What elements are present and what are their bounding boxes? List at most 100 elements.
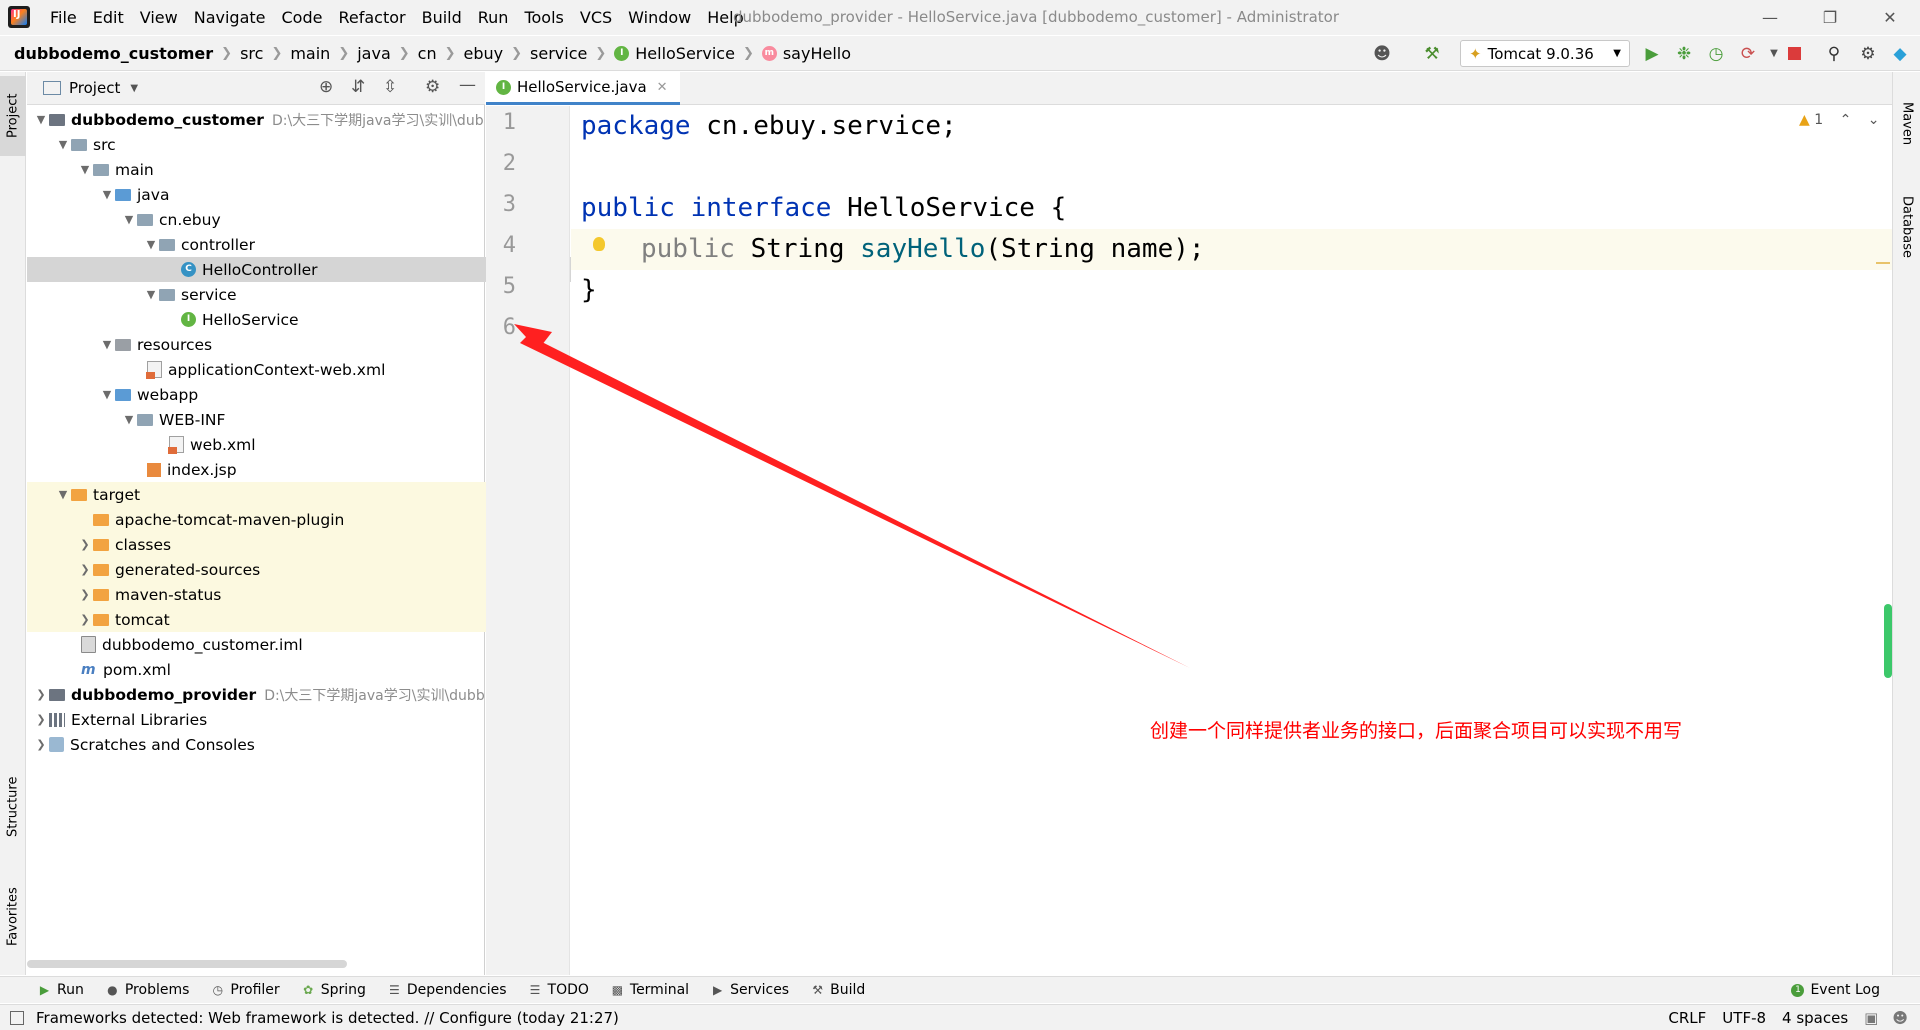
menu-refactor[interactable]: Refactor [330,0,413,35]
warning-indicator[interactable]: ▲ 1 ⌃ ⌄ [1799,112,1880,128]
chevron-right-icon[interactable]: ❯ [33,713,49,726]
chevron-right-icon[interactable]: ❯ [77,563,93,576]
lock-icon[interactable]: ▣ [1864,1009,1878,1027]
chevron-right-icon[interactable]: ❯ [33,688,49,701]
status-message[interactable]: Frameworks detected: Web framework is de… [36,1009,619,1027]
tree-item-pom-xml[interactable]: m pom.xml [27,657,539,682]
tree-item-external-libraries[interactable]: ❯ External Libraries [27,707,491,732]
tab-build[interactable]: ⚒ Build [811,982,865,998]
chevron-up-icon[interactable]: ⌃ [1840,112,1852,128]
chevron-down-icon[interactable]: ▼ [33,113,49,126]
menu-tools[interactable]: Tools [516,0,571,35]
tab-helloservice-java[interactable]: I HelloService.java ✕ [486,72,680,105]
tree-item-target[interactable]: ▼ target [27,482,513,507]
menu-edit[interactable]: Edit [85,0,132,35]
tree-item-scratches[interactable]: ❯ Scratches and Consoles [27,732,491,757]
user-icon[interactable]: ☻ [1370,42,1394,66]
favorites-tool-tab[interactable]: Favorites [0,872,26,962]
run-icon[interactable]: ▶ [1640,42,1664,66]
crumb-sayhello[interactable]: m sayHello [761,44,851,63]
toolbox-icon[interactable]: ◆ [1888,42,1912,66]
horizontal-scrollbar[interactable] [27,960,347,968]
project-tool-tab[interactable]: Project [0,76,26,156]
chevron-right-icon[interactable]: ❯ [33,738,49,751]
restore-icon[interactable]: ❐ [1800,0,1860,35]
profile-icon[interactable]: ⟳ [1736,42,1760,66]
inspector-icon[interactable]: ☻ [1892,1009,1908,1027]
crumb-src[interactable]: src [240,44,263,63]
tree-item-main[interactable]: ▼ main [27,157,535,182]
tab-profiler[interactable]: ◷ Profiler [211,982,280,998]
close-icon[interactable]: ✕ [1860,0,1920,35]
chevron-right-icon[interactable]: ❯ [77,538,93,551]
tree-item-java[interactable]: ▼ java [27,182,557,207]
warning-marker[interactable] [1876,262,1890,264]
crumb-module[interactable]: dubbodemo_customer [14,44,213,63]
tree-item-resources[interactable]: ▼ resources [27,332,557,357]
chevron-down-icon[interactable]: ▼ [130,83,138,94]
chevron-down-icon[interactable]: ⌄ [1868,112,1880,128]
indent-setting[interactable]: 4 spaces [1782,1009,1848,1027]
tree-item-iml[interactable]: dubbodemo_customer.iml [27,632,539,657]
tree-item-webapp[interactable]: ▼ webapp [27,382,557,407]
menu-file[interactable]: File [42,0,85,35]
gear-icon[interactable]: ⚙ [1856,42,1880,66]
menu-navigate[interactable]: Navigate [186,0,274,35]
tree-item-dubbodemo-provider[interactable]: ❯ dubbodemo_provider D:\大三下学期java学习\实训\d… [27,682,491,707]
chevron-down-icon[interactable]: ▼ [121,413,137,426]
build-hammer-icon[interactable]: ⚒ [1420,42,1444,66]
status-toggle-icon[interactable] [10,1010,24,1025]
chevron-down-icon[interactable]: ▼ [143,288,159,301]
minimize-icon[interactable]: — [1740,0,1800,35]
menu-run[interactable]: Run [470,0,517,35]
run-config-select[interactable]: ✦ Tomcat 9.0.36 ▼ [1460,40,1630,67]
crumb-helloservice[interactable]: I HelloService [614,44,735,63]
structure-tool-tab[interactable]: Structure [0,762,26,852]
chevron-down-icon[interactable]: ▼ [99,388,115,401]
tab-problems[interactable]: ● Problems [106,982,189,998]
chevron-down-icon[interactable]: ▼ [121,213,137,226]
chevron-down-icon[interactable]: ▼ [77,163,93,176]
menu-build[interactable]: Build [414,0,470,35]
chevron-down-icon[interactable]: ▼ [99,338,115,351]
tab-terminal[interactable]: ▩ Terminal [611,982,689,998]
tab-services[interactable]: ▶ Services [711,982,789,998]
crumb-service[interactable]: service [530,44,587,63]
search-icon[interactable]: ⚲ [1822,42,1846,66]
tree-item-generated-sources[interactable]: ❯ generated-sources [27,557,535,582]
tree-item-apache-tomcat-maven-plugin[interactable]: apache-tomcat-maven-plugin [27,507,551,532]
tab-run[interactable]: ▶ Run [38,982,84,998]
lightbulb-icon[interactable] [593,237,605,251]
project-panel-title[interactable]: Project [69,79,120,97]
gear-icon[interactable]: ⚙ [425,77,440,97]
crumb-ebuy[interactable]: ebuy [464,44,504,63]
expand-all-icon[interactable]: ⇵ [351,77,365,97]
maven-tool-tab[interactable]: Maven [1895,84,1919,164]
file-encoding[interactable]: UTF-8 [1722,1009,1766,1027]
chevron-down-icon[interactable]: ▼ [55,138,71,151]
tree-item-tomcat[interactable]: ❯ tomcat [27,607,535,632]
tree-item-classes[interactable]: ❯ classes [27,532,535,557]
tab-spring[interactable]: ✿ Spring [302,982,366,998]
tab-todo[interactable]: ☰ TODO [529,982,589,998]
collapse-all-icon[interactable]: ⇳ [383,77,397,97]
close-tab-icon[interactable]: ✕ [657,80,668,95]
coverage-icon[interactable]: ◷ [1704,42,1728,66]
vertical-scrollbar[interactable] [1884,604,1892,678]
locate-icon[interactable]: ⊕ [319,77,333,97]
tree-item-src[interactable]: ▼ src [27,132,513,157]
menu-window[interactable]: Window [620,0,699,35]
chevron-down-icon[interactable]: ▼ [143,238,159,251]
menu-code[interactable]: Code [274,0,331,35]
tab-dependencies[interactable]: ☰ Dependencies [388,982,507,998]
menu-view[interactable]: View [132,0,186,35]
stop-icon[interactable] [1782,42,1806,66]
chevron-down-icon[interactable]: ▼ [55,488,71,501]
chevron-right-icon[interactable]: ❯ [77,588,93,601]
chevron-down-icon[interactable]: ▼ [99,188,115,201]
tab-event-log[interactable]: 1 Event Log [1791,982,1880,998]
crumb-java[interactable]: java [357,44,391,63]
line-separator[interactable]: CRLF [1668,1009,1706,1027]
menu-vcs[interactable]: VCS [572,0,620,35]
debug-icon[interactable]: ❉ [1672,42,1696,66]
